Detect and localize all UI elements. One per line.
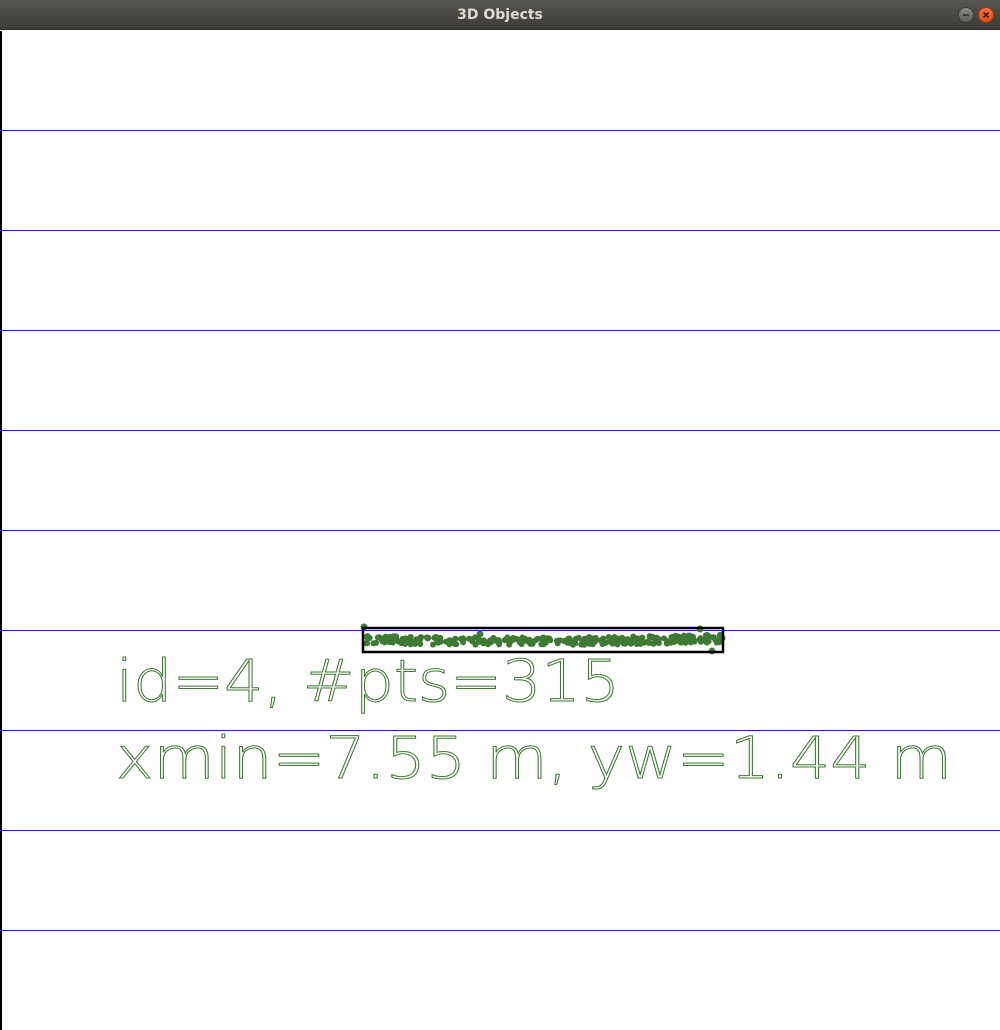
lidar-point <box>712 636 719 643</box>
lidar-point <box>433 635 440 642</box>
lidar-point <box>516 639 523 646</box>
lidar-point <box>373 639 380 646</box>
lidar-point <box>605 634 612 640</box>
lidar-point <box>448 638 455 645</box>
lidar-point <box>682 639 689 646</box>
lidar-point <box>646 639 653 646</box>
lidar-point <box>481 639 488 646</box>
lidar-point <box>690 636 697 643</box>
minimize-icon <box>963 14 969 16</box>
lidar-point <box>628 640 634 647</box>
window-title: 3D Objects <box>457 7 543 23</box>
lidar-point <box>381 635 388 642</box>
distance-grid <box>0 130 1000 931</box>
lidar-point <box>587 638 594 645</box>
topview-scene: id=4, #pts=315 xmin=7.55 m, yw=1.44 m <box>0 130 1000 931</box>
lidar-point <box>641 639 647 646</box>
lidar-point <box>646 633 653 640</box>
object-extent-label: xmin=7.55 m, yw=1.44 m <box>116 724 952 792</box>
lidar-point <box>391 633 399 641</box>
lidar-point <box>425 634 432 641</box>
lidar-point <box>476 636 482 643</box>
lidar-point <box>507 639 513 646</box>
lidar-point <box>459 635 466 642</box>
window-titlebar[interactable]: 3D Objects <box>0 0 1000 30</box>
lidar-point <box>633 635 640 642</box>
close-icon <box>982 11 990 19</box>
lidar-point <box>652 638 658 645</box>
lidar-point <box>402 635 409 642</box>
lidar-point <box>542 638 549 645</box>
lidar-point <box>532 637 539 644</box>
close-button[interactable] <box>978 7 994 23</box>
object-id-label: id=4, #pts=315 <box>116 647 620 715</box>
lidar-point <box>639 634 646 641</box>
lidar-point <box>581 637 588 644</box>
lidar-point <box>363 639 370 646</box>
lidar-point <box>476 630 484 638</box>
lidar-point <box>522 637 528 644</box>
lidar-point <box>554 640 561 647</box>
lidar-point <box>664 638 670 645</box>
lidar-point <box>489 637 496 643</box>
lidar-point <box>443 638 450 645</box>
lidar-point <box>363 634 370 641</box>
lidar-point <box>670 637 677 644</box>
lidar-point <box>600 635 607 642</box>
lidar-point <box>418 634 425 641</box>
minimize-button[interactable] <box>958 7 974 23</box>
lidar-point <box>685 632 692 639</box>
lidar-point <box>697 636 703 643</box>
lidar-point <box>566 639 573 646</box>
